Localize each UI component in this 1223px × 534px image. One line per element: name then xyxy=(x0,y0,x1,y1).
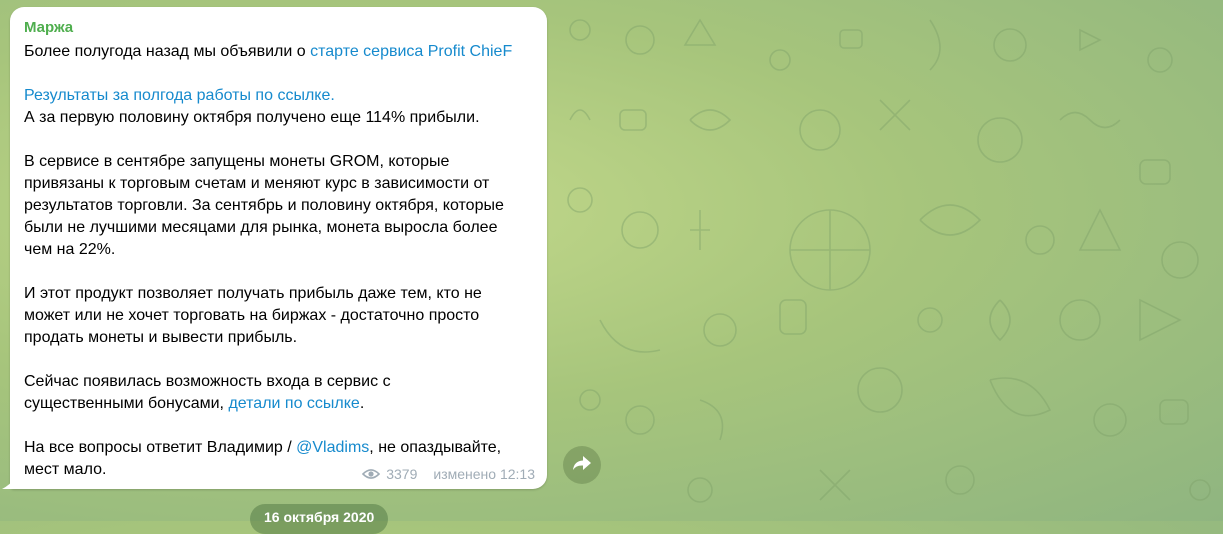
message-line: Результаты за полгода работы по ссылке. xyxy=(24,85,533,107)
message-text: Более полугода назад мы объявили о xyxy=(24,43,311,60)
channel-message-bubble: Маржа Более полугода назад мы объявили о… xyxy=(10,7,547,489)
message-line: были не лучшими месяцами для рынка, моне… xyxy=(24,219,498,236)
mention-link[interactable]: @Vladims xyxy=(296,439,369,456)
message-line: А за первую половину октября получено ещ… xyxy=(24,109,480,126)
share-button[interactable] xyxy=(563,446,601,484)
details-link[interactable]: детали по ссылке xyxy=(228,395,359,412)
message-line: продать монеты и вывести прибыль. xyxy=(24,329,298,346)
message-line: Сейчас появилась возможность входа в сер… xyxy=(24,373,391,390)
share-arrow-icon xyxy=(572,455,592,476)
message-line: привязаны к торговым счетам и меняют кур… xyxy=(24,175,490,192)
message-line: чем на 22%. xyxy=(24,241,116,258)
sender-name[interactable]: Маржа xyxy=(24,18,533,38)
edited-time: изменено 12:13 xyxy=(433,466,535,482)
message-line: Более полугода назад мы объявили о старт… xyxy=(24,41,533,63)
results-link[interactable]: Результаты за полгода работы по ссылке. xyxy=(24,87,335,104)
message-line: существенными бонусами, детали по ссылке… xyxy=(24,393,533,415)
message-text: существенными бонусами, xyxy=(24,395,229,412)
bubble-tail xyxy=(2,477,16,489)
message-text: . xyxy=(359,395,365,412)
service-start-link[interactable]: старте сервиса Profit ChieF xyxy=(310,43,512,60)
message-line: На все вопросы ответит Владимир / @Vladi… xyxy=(24,437,533,459)
views-count: 3379 xyxy=(386,466,418,482)
message-line: результатов торговли. За сентябрь и поло… xyxy=(24,197,504,214)
message-text: , не опаздывайте, xyxy=(369,439,502,456)
date-separator-badge: 16 октября 2020 xyxy=(250,504,389,534)
message-line: может или не хочет торговать на биржах -… xyxy=(24,307,480,324)
message-meta: 3379 изменено 12:13 xyxy=(362,466,535,482)
message-text: На все вопросы ответит Владимир / xyxy=(24,439,297,456)
eye-icon xyxy=(362,468,381,480)
message-line: В сервисе в сентябре запущены монеты GRO… xyxy=(24,153,450,170)
message-line: И этот продукт позволяет получать прибыл… xyxy=(24,285,482,302)
